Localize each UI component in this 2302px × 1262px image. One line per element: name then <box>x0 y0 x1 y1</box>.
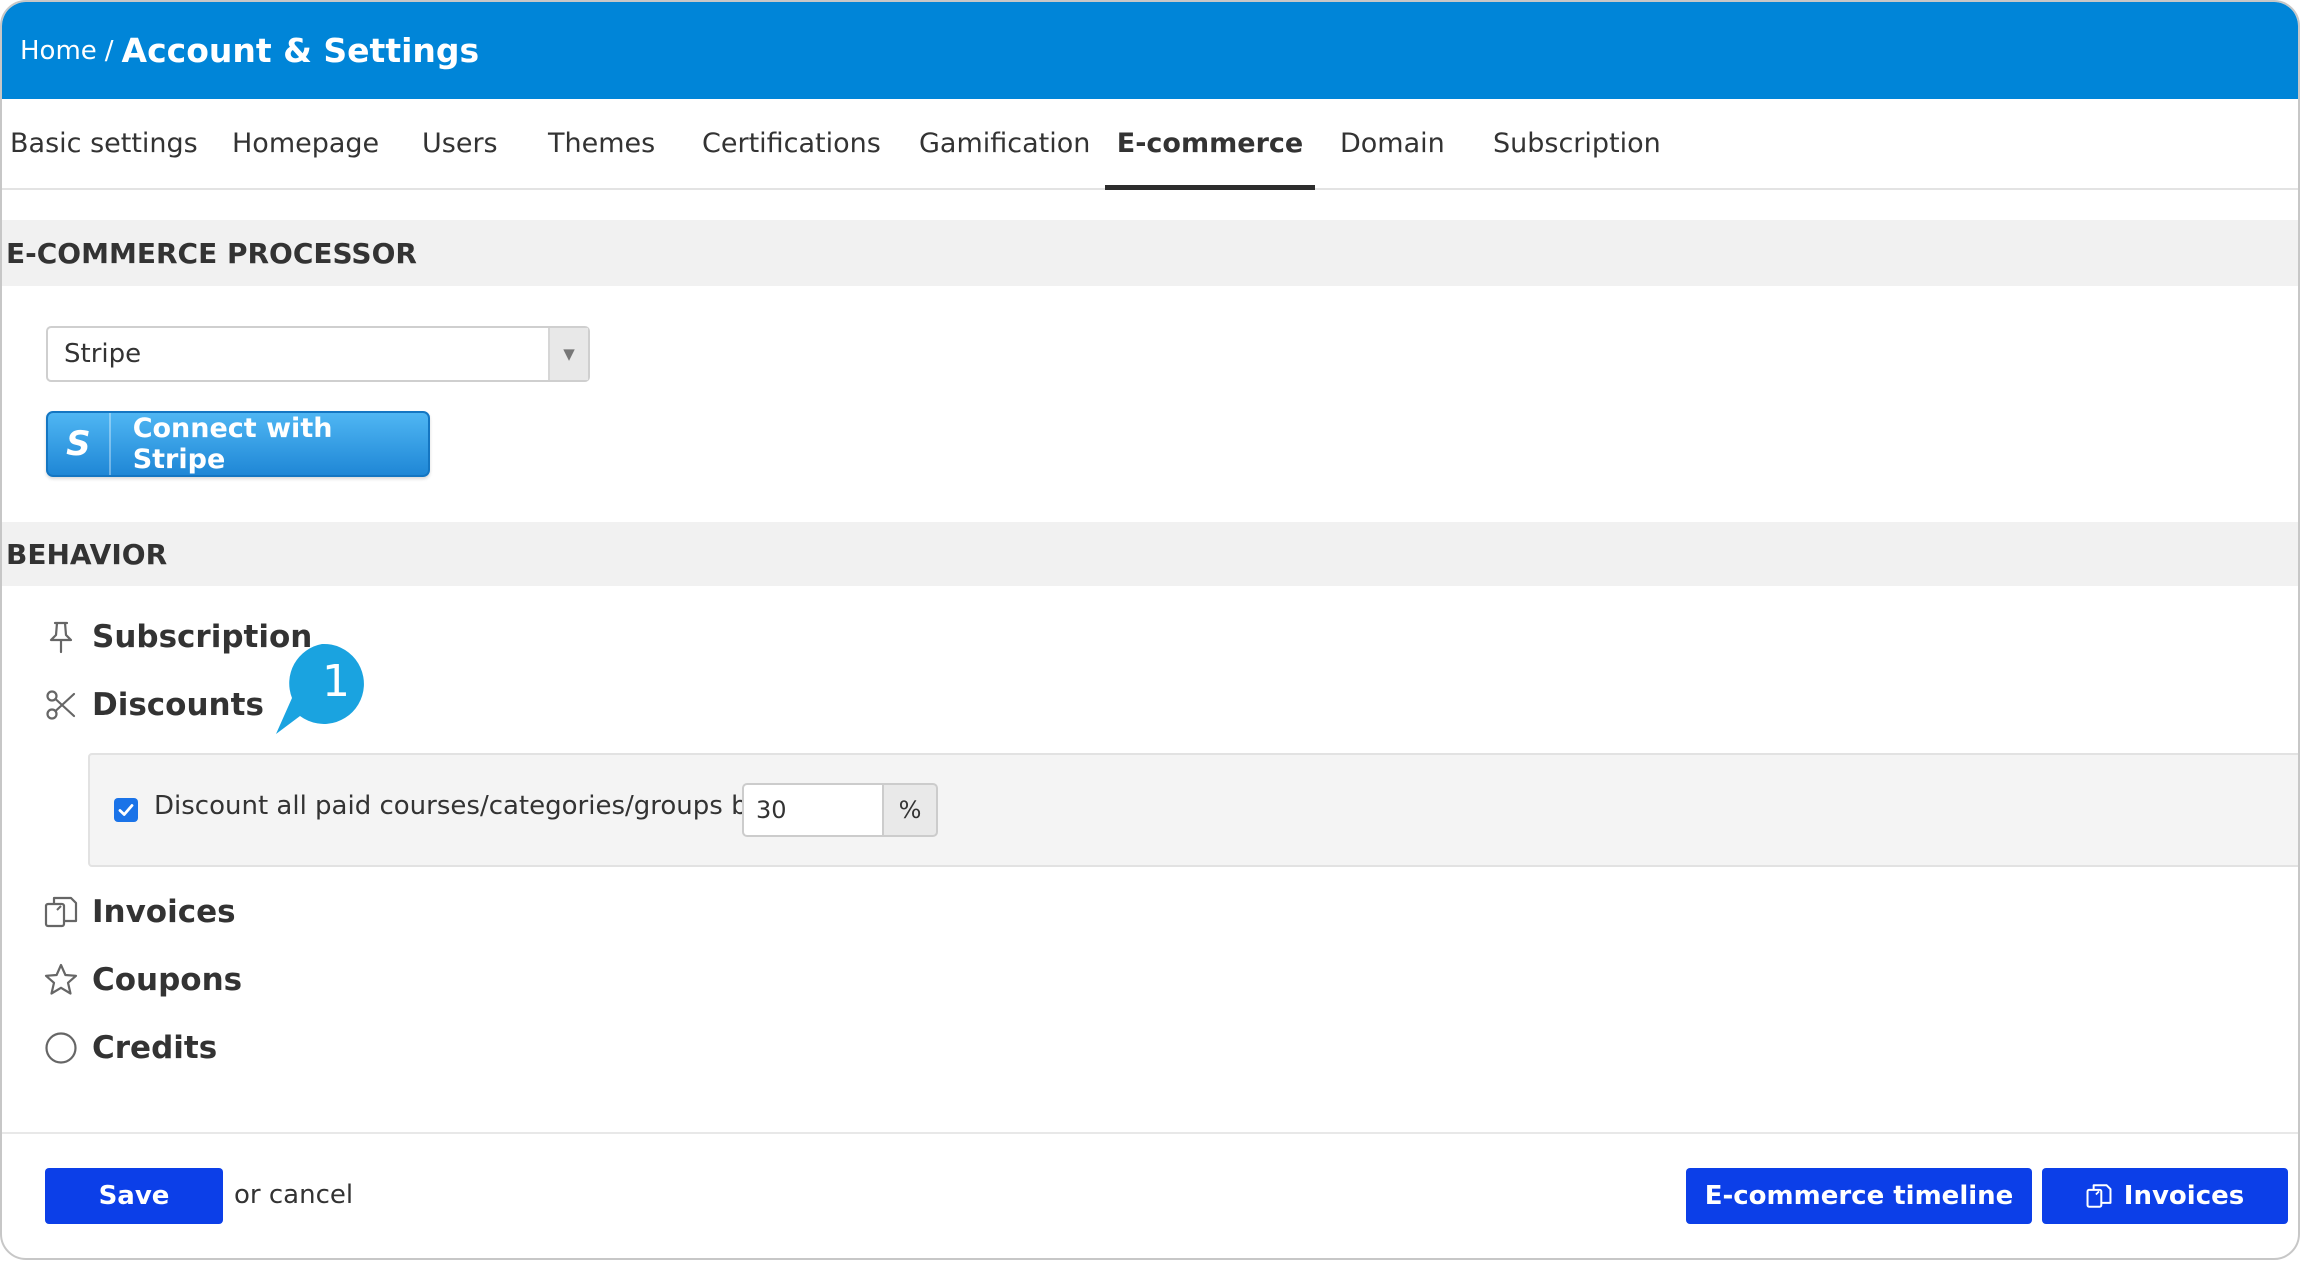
callout-badge: 1 <box>272 642 368 738</box>
discount-all-label: Discount all paid courses/categories/gro… <box>154 791 763 821</box>
circle-icon <box>44 1031 78 1065</box>
behavior-heading-text: BEHAVIOR <box>6 537 168 571</box>
invoices-button-icon <box>2086 1183 2112 1209</box>
behavior-item-invoices[interactable]: Invoices <box>44 889 236 935</box>
behavior-item-discounts[interactable]: Discounts <box>44 682 264 728</box>
footer-divider <box>2 1132 2298 1134</box>
app-window: Home / Account & Settings Basic settings… <box>0 0 2300 1260</box>
discount-all-checkbox[interactable] <box>114 798 138 822</box>
scissors-icon <box>44 688 78 722</box>
page-title: Account & Settings <box>121 31 480 70</box>
discount-unit-addon: % <box>882 783 938 837</box>
cancel-link[interactable]: cancel <box>269 1180 353 1210</box>
tab-basic-settings[interactable]: Basic settings <box>10 99 198 188</box>
processor-select[interactable]: Stripe ▼ <box>46 326 590 382</box>
behavior-item-label: Credits <box>92 1030 218 1066</box>
processor-heading-text: E-COMMERCE PROCESSOR <box>6 236 417 270</box>
pin-icon <box>44 620 78 654</box>
star-icon <box>44 963 78 997</box>
tab-domain[interactable]: Domain <box>1340 99 1445 188</box>
behavior-item-coupons[interactable]: Coupons <box>44 957 242 1003</box>
discount-percent-input[interactable] <box>742 783 882 837</box>
behavior-section-heading: BEHAVIOR <box>2 522 2298 586</box>
processor-select-value: Stripe <box>64 339 142 369</box>
connect-with-stripe-label: Connect with Stripe <box>132 413 333 475</box>
behavior-item-label: Invoices <box>92 894 236 930</box>
tab-themes[interactable]: Themes <box>548 99 655 188</box>
or-text: or <box>234 1180 261 1210</box>
behavior-item-credits[interactable]: Credits <box>44 1025 217 1071</box>
save-button[interactable]: Save <box>45 1168 223 1224</box>
behavior-item-label: Discounts <box>92 687 264 723</box>
invoices-button[interactable]: Invoices <box>2042 1168 2288 1224</box>
settings-tabs: Basic settings Homepage Users Themes Cer… <box>2 99 2298 190</box>
processor-section-heading: E-COMMERCE PROCESSOR <box>2 220 2298 286</box>
or-cancel-text: or cancel <box>234 1180 353 1210</box>
chevron-down-icon: ▼ <box>548 328 588 380</box>
tab-users[interactable]: Users <box>422 99 498 188</box>
tab-certifications[interactable]: Certifications <box>702 99 881 188</box>
invoices-icon <box>44 895 78 929</box>
breadcrumb-separator: / <box>104 35 114 66</box>
save-button-label: Save <box>98 1181 170 1211</box>
tab-homepage[interactable]: Homepage <box>232 99 379 188</box>
callout-number: 1 <box>322 656 350 707</box>
e-commerce-timeline-button[interactable]: E-commerce timeline <box>1686 1168 2032 1224</box>
stripe-logo-icon: S <box>48 413 111 475</box>
tab-e-commerce[interactable]: E-commerce <box>1105 99 1315 190</box>
connect-with-stripe-button[interactable]: S Connect with Stripe <box>46 411 430 477</box>
page-header: Home / Account & Settings <box>2 2 2298 99</box>
behavior-item-label: Coupons <box>92 962 243 998</box>
invoices-button-label: Invoices <box>2123 1181 2245 1211</box>
e-commerce-timeline-label: E-commerce timeline <box>1704 1181 2014 1211</box>
tab-subscription[interactable]: Subscription <box>1493 99 1661 188</box>
discount-settings-panel: Discount all paid courses/categories/gro… <box>88 753 2298 867</box>
tab-gamification[interactable]: Gamification <box>919 99 1090 188</box>
breadcrumb-home-link[interactable]: Home <box>20 36 97 66</box>
